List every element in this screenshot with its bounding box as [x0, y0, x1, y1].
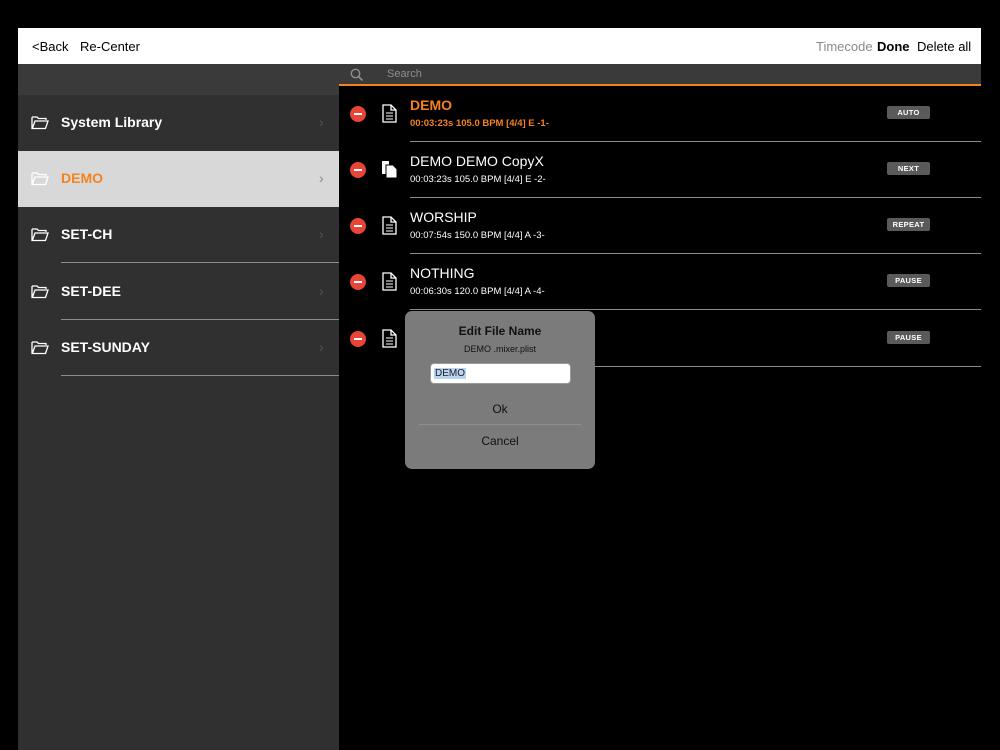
folder-open-icon: [31, 116, 49, 130]
song-title: DEMO DEMO CopyX: [410, 153, 544, 169]
document-icon: [382, 272, 397, 291]
song-meta: 00:03:23s 105.0 BPM [4/4] E -2-: [410, 174, 546, 185]
song-title: NOTHING: [410, 265, 475, 281]
recenter-button[interactable]: Re-Center: [80, 39, 140, 54]
divider: [419, 424, 581, 425]
chevron-right-icon: ›: [319, 226, 324, 242]
search-input[interactable]: Search: [387, 68, 422, 80]
search-icon: [350, 68, 364, 82]
folder-open-icon: [31, 228, 49, 242]
top-toolbar: <Back Re-Center Timecode Done Delete all: [18, 28, 981, 64]
delete-all-button[interactable]: Delete all: [917, 39, 971, 54]
chevron-right-icon: ›: [319, 170, 324, 186]
song-meta: 00:07:54s 150.0 BPM [4/4] A -3-: [410, 230, 545, 241]
back-button[interactable]: <Back: [32, 39, 69, 54]
chevron-right-icon: ›: [319, 114, 324, 130]
folder-open-icon: [31, 341, 49, 355]
chevron-right-icon: ›: [319, 339, 324, 355]
document-icon: [382, 329, 397, 348]
sidebar-item-label: SET-CH: [61, 226, 113, 242]
sidebar-header: [18, 64, 339, 95]
divider: [61, 262, 339, 263]
song-title: DEMO: [410, 97, 452, 113]
cancel-button[interactable]: Cancel: [405, 434, 595, 448]
ok-button[interactable]: Ok: [405, 402, 595, 416]
mode-badge[interactable]: NEXT: [887, 162, 930, 175]
delete-icon[interactable]: [350, 274, 366, 290]
edit-file-name-dialog: Edit File Name DEMO .mixer.plist DEMO Ok…: [405, 311, 595, 469]
sidebar-item-label: System Library: [61, 114, 163, 130]
song-title: WORSHIP: [410, 209, 477, 225]
sidebar-item-demo[interactable]: DEMO ›: [18, 151, 339, 207]
sidebar: System Library › DEMO › SET-CH › SET-DEE…: [18, 64, 339, 750]
sidebar-item-set-dee[interactable]: SET-DEE ›: [18, 264, 339, 320]
song-row[interactable]: DEMO DEMO CopyX 00:03:23s 105.0 BPM [4/4…: [339, 142, 981, 198]
copy-document-icon: [382, 161, 398, 179]
divider: [61, 375, 339, 376]
done-button[interactable]: Done: [877, 39, 910, 54]
sidebar-item-system-library[interactable]: System Library ›: [18, 95, 339, 151]
file-name-value: DEMO: [434, 368, 466, 379]
document-icon: [382, 104, 397, 123]
mode-badge[interactable]: AUTO: [887, 106, 930, 119]
document-icon: [382, 216, 397, 235]
sidebar-item-set-sunday[interactable]: SET-SUNDAY ›: [18, 320, 339, 376]
delete-icon[interactable]: [350, 218, 366, 234]
delete-icon[interactable]: [350, 106, 366, 122]
file-name-input[interactable]: DEMO: [430, 363, 571, 384]
song-row[interactable]: DEMO 00:03:23s 105.0 BPM [4/4] E -1- AUT…: [339, 86, 981, 142]
divider: [410, 309, 981, 310]
song-row[interactable]: NOTHING 00:06:30s 120.0 BPM [4/4] A -4- …: [339, 254, 981, 310]
song-row[interactable]: WORSHIP 00:07:54s 150.0 BPM [4/4] A -3- …: [339, 198, 981, 254]
sidebar-item-label: DEMO: [61, 170, 103, 186]
mode-badge[interactable]: PAUSE: [887, 274, 930, 287]
mode-badge[interactable]: REPEAT: [887, 218, 930, 231]
chevron-right-icon: ›: [319, 283, 324, 299]
folder-open-icon: [31, 172, 49, 186]
timecode-button[interactable]: Timecode: [816, 39, 873, 54]
folder-open-icon: [31, 285, 49, 299]
sidebar-item-label: SET-DEE: [61, 283, 121, 299]
search-bar[interactable]: Search: [339, 64, 981, 86]
song-meta: 00:06:30s 120.0 BPM [4/4] A -4-: [410, 286, 545, 297]
delete-icon[interactable]: [350, 331, 366, 347]
sidebar-item-label: SET-SUNDAY: [61, 339, 150, 355]
dialog-message: DEMO .mixer.plist: [463, 344, 536, 354]
mode-badge[interactable]: PAUSE: [887, 331, 930, 344]
sidebar-item-set-ch[interactable]: SET-CH ›: [18, 207, 339, 263]
delete-icon[interactable]: [350, 162, 366, 178]
dialog-title: Edit File Name: [458, 324, 542, 338]
song-meta: 00:03:23s 105.0 BPM [4/4] E -1-: [410, 118, 549, 129]
